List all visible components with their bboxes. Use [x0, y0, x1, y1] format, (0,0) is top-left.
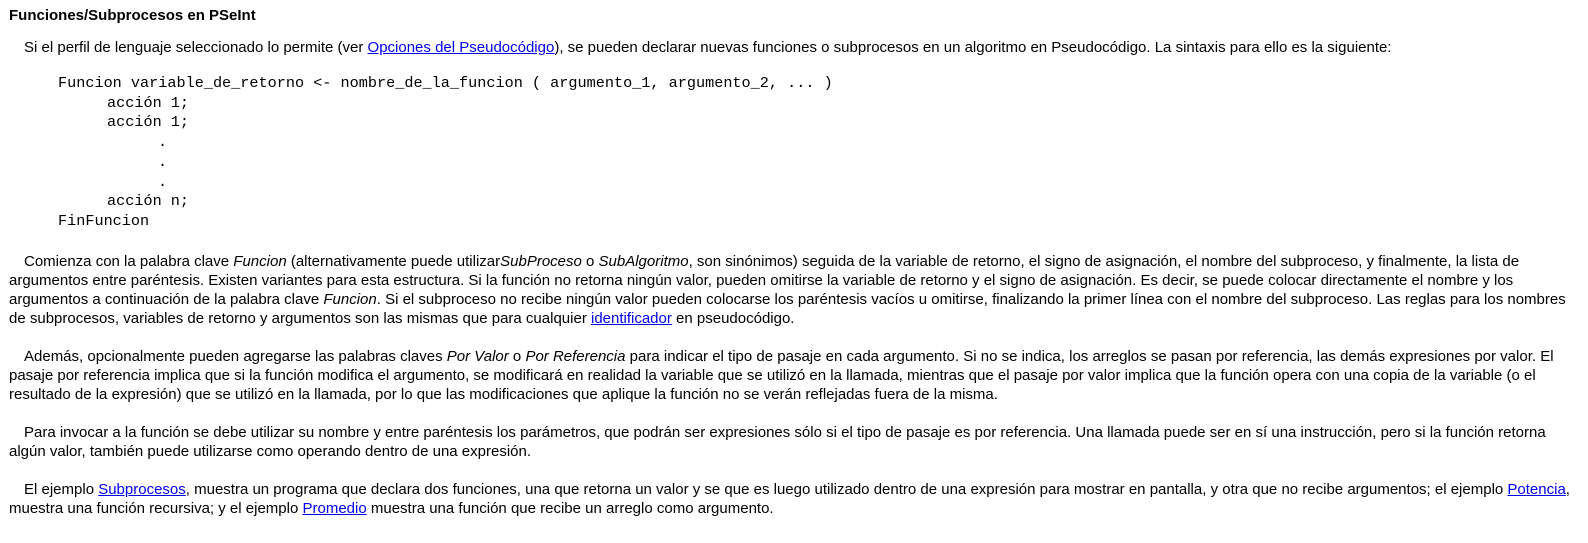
paragraph-ejemplos: El ejemplo Subprocesos, muestra un progr…	[9, 480, 1572, 518]
paragraph-pasaje: Además, opcionalmente pueden agregarse l…	[9, 347, 1572, 404]
code-ellipsis-1: .	[158, 133, 168, 152]
link-promedio[interactable]: Promedio	[302, 500, 366, 517]
para1-keyword-funcion: Funcion	[233, 252, 287, 270]
code-line-2: acción 1;	[107, 113, 190, 132]
para4-text-1: El ejemplo	[24, 480, 99, 498]
para1-keyword-subalgoritmo: SubAlgoritmo	[598, 252, 689, 270]
para2-keyword-por-valor: Por Valor	[446, 347, 509, 365]
para1-text-2: (alternativamente puede utilizar	[286, 252, 501, 270]
para4-text-2: , muestra un programa que declara dos fu…	[185, 480, 1508, 498]
code-ellipsis-2: .	[158, 152, 168, 171]
para3-text: Para invocar a la función se debe utiliz…	[9, 423, 1546, 460]
para2-text-2: o	[508, 347, 526, 365]
paragraph-invocacion: Para invocar a la función se debe utiliz…	[9, 423, 1572, 461]
para1-text-6: en pseudocódigo.	[671, 309, 795, 327]
page-title: Funciones/Subprocesos en PSeInt	[9, 7, 256, 24]
link-potencia[interactable]: Potencia	[1507, 481, 1565, 498]
link-subprocesos[interactable]: Subprocesos	[98, 481, 186, 498]
code-line-1: acción 1;	[107, 93, 190, 112]
code-footer: FinFuncion	[58, 211, 150, 230]
code-ellipsis-3: .	[158, 172, 168, 191]
paragraph-funcion-structure: Comienza con la palabra clave Funcion (a…	[9, 252, 1572, 328]
code-line-n: acción n;	[107, 192, 190, 211]
para2-keyword-por-referencia: Por Referencia	[525, 347, 626, 365]
intro-text-after: ), se pueden declarar nuevas funciones o…	[554, 39, 1392, 56]
link-opciones-pseudocodigo[interactable]: Opciones del Pseudocódigo	[368, 39, 555, 56]
syntax-code-block: Funcion variable_de_retorno <- nombre_de…	[58, 74, 1572, 232]
help-page: Funciones/Subprocesos en PSeInt Si el pe…	[0, 0, 1588, 543]
code-header: Funcion variable_de_retorno <- nombre_de…	[58, 74, 833, 92]
intro-paragraph: Si el perfil de lenguaje seleccionado lo…	[9, 38, 1572, 57]
para4-text-4: muestra una función que recibe un arregl…	[366, 499, 774, 517]
para1-keyword-funcion-2: Funcion	[323, 290, 377, 308]
link-identificador[interactable]: identificador	[591, 310, 672, 327]
para1-text-3: o	[581, 252, 599, 270]
intro-text-before: Si el perfil de lenguaje seleccionado lo…	[24, 39, 368, 56]
para1-keyword-subproceso: SubProceso	[500, 252, 582, 270]
para1-text-1: Comienza con la palabra clave	[24, 252, 234, 270]
para2-text-1: Además, opcionalmente pueden agregarse l…	[24, 347, 447, 365]
